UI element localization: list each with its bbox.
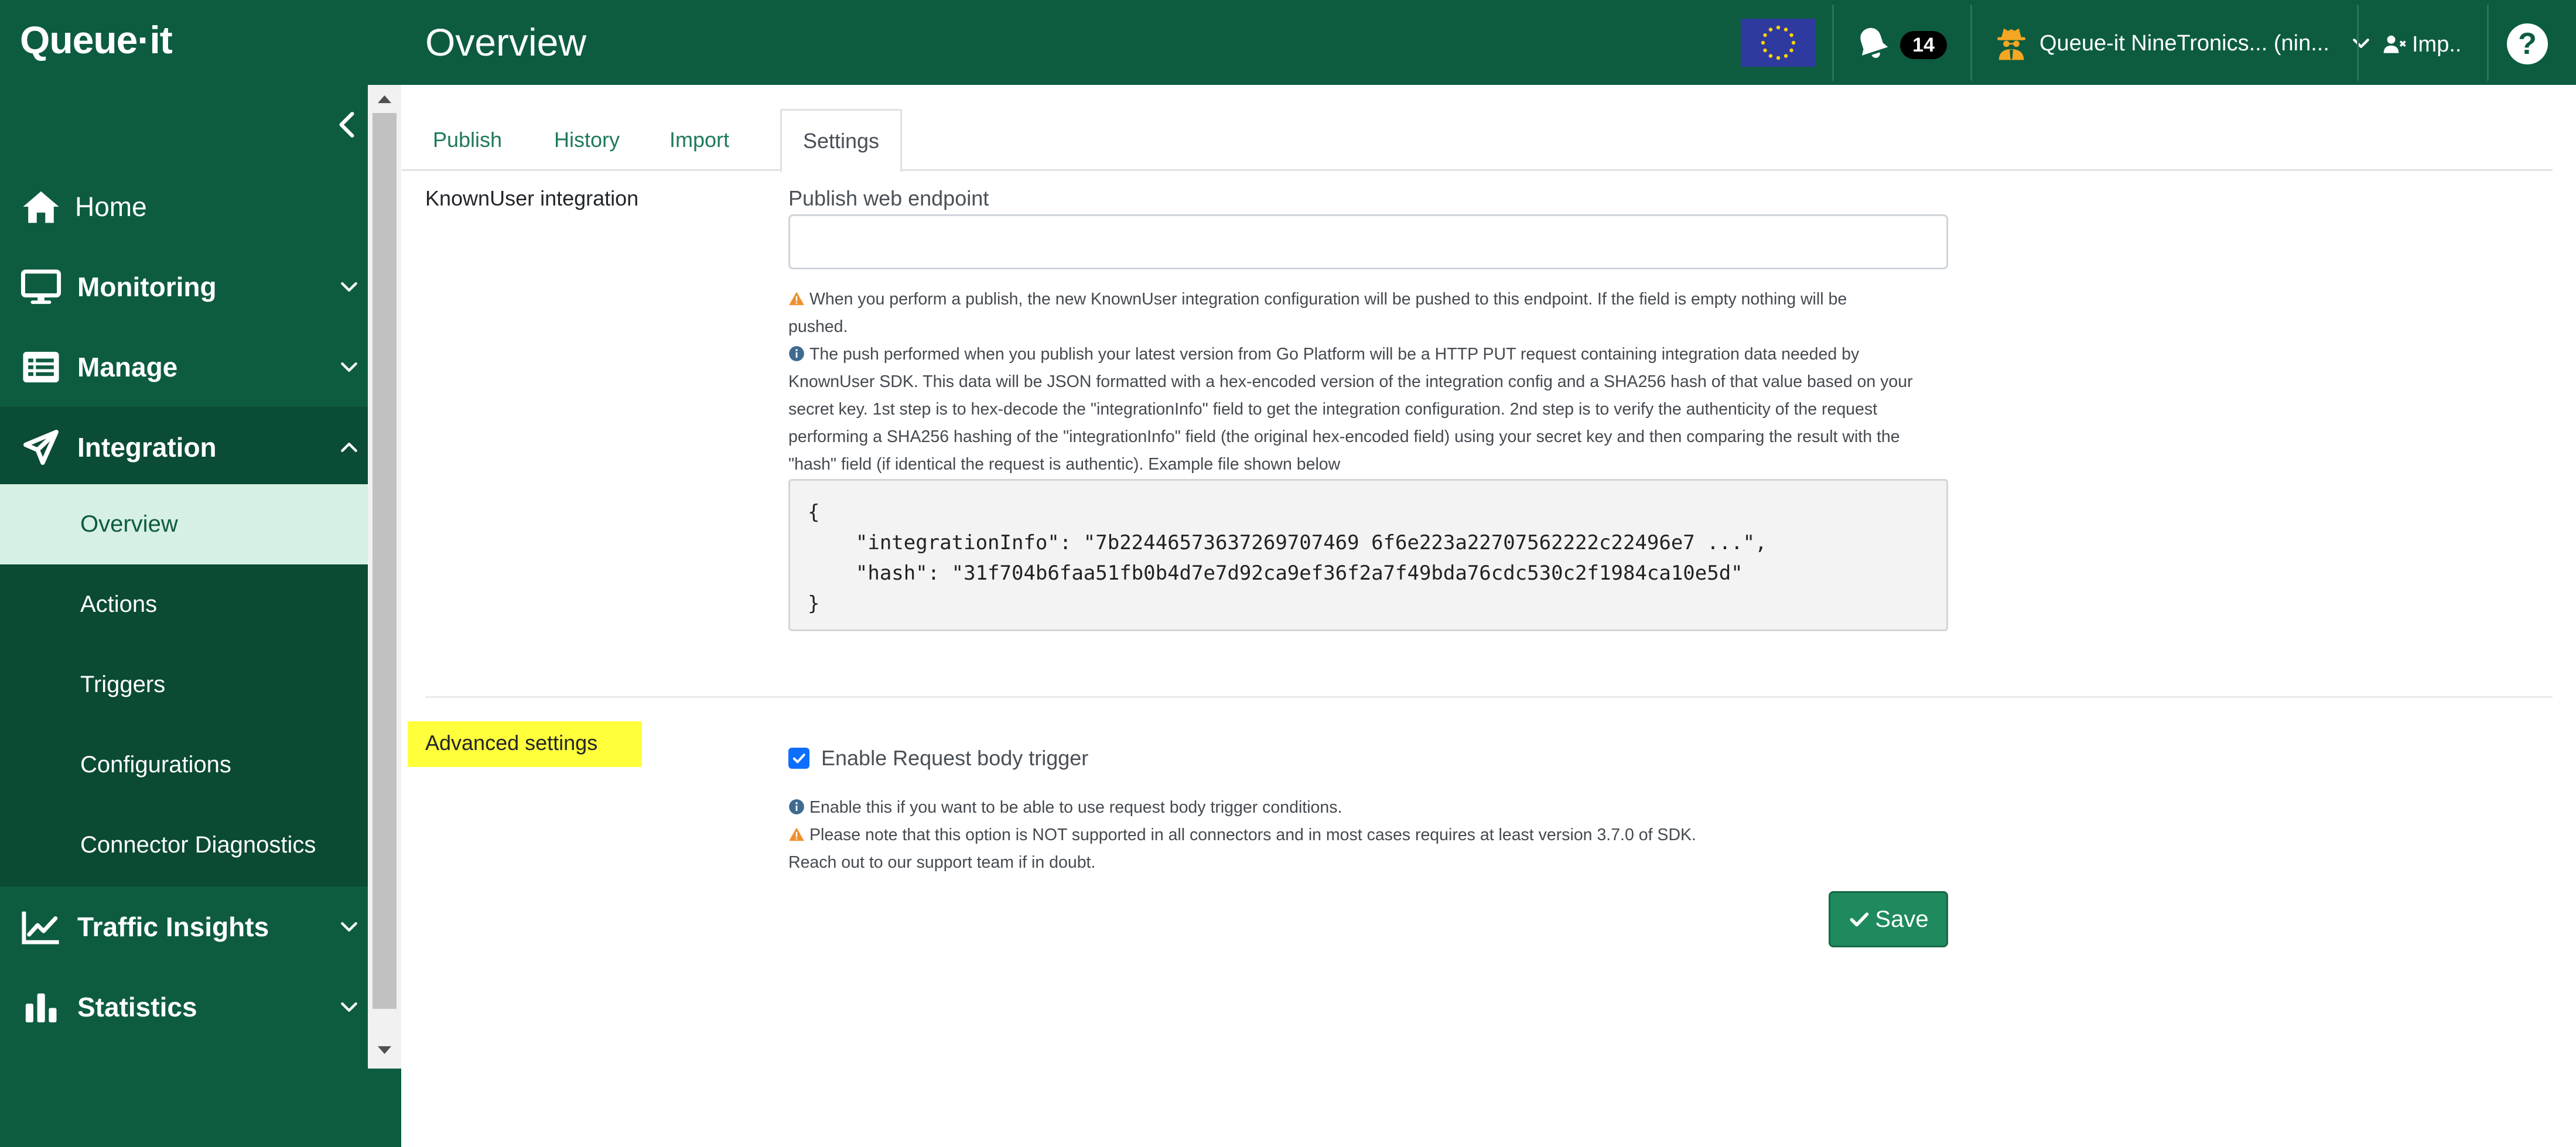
advanced-settings-label: Advanced settings [425,731,598,755]
line-chart-icon [22,911,59,944]
publish-endpoint-input[interactable] [788,214,1948,269]
account-menu[interactable]: Queue-it NineTronics... (nin... [1991,22,2373,64]
request-body-trigger-option[interactable]: Enable Request body trigger [788,744,1088,773]
info-icon [789,799,804,814]
home-icon [23,191,59,223]
chevron-down-icon [2353,39,2369,49]
chevron-down-icon [341,922,357,932]
sidebar-subitem-configurations[interactable]: Configurations [0,725,368,805]
tab-settings[interactable]: Settings [780,109,902,173]
example-payload-code-block: { "integrationInfo": "7b2244657363726970… [788,479,1948,631]
notification-count-badge[interactable]: 14 [1900,31,1947,59]
advanced-help-text: Enable this if you want to be able to us… [788,794,1948,876]
chevron-up-icon [341,442,357,452]
save-button[interactable]: Save [1829,891,1948,947]
checkmark-icon [792,754,805,763]
sidebar-item-home[interactable]: Home [0,166,368,246]
code-line: } [808,592,820,615]
tab-import[interactable]: Import [648,109,751,171]
code-line: { [808,501,820,524]
info-text-line: KnownUser SDK. This data will be JSON fo… [788,372,1913,391]
list-icon [23,351,59,382]
eu-flag-icon[interactable] [1741,19,1816,67]
sidebar-item-label: Manage [77,351,178,382]
collapse-sidebar-icon[interactable] [333,107,362,142]
sidebar-item-monitoring[interactable]: Monitoring [0,246,368,327]
code-line: "hash": "31f704b6faa51fb0b4d7e7d92ca9ef3… [808,561,1743,585]
page-title: Overview [425,20,587,64]
sidebar-footer-strip [368,1069,401,1147]
request-body-trigger-checkbox[interactable] [788,748,809,769]
endpoint-warning-text: When you perform a publish, the new Know… [788,286,1948,341]
topbar-divider [2487,5,2489,81]
sidebar: Home Monitoring Manage Integration Overv… [0,85,368,1147]
advanced-support-text: Reach out to our support team if in doub… [788,853,1096,872]
topbar-divider [1832,5,1834,81]
monitor-icon [21,269,62,304]
publish-endpoint-label: Publish web endpoint [788,186,989,210]
chevron-down-icon [341,362,357,372]
sidebar-subitem-actions[interactable]: Actions [0,564,368,645]
endpoint-info-text: The push performed when you publish your… [788,341,1948,478]
warning-text-line: When you perform a publish, the new Know… [809,290,1847,309]
queue-it-logo[interactable]: Queue·it [20,18,173,62]
info-text-line: secret key. 1st step is to hex-decode th… [788,400,1878,419]
info-text-line: The push performed when you publish your… [809,345,1860,364]
scroll-down-arrow-icon[interactable] [375,1040,394,1060]
sidebar-scrollbar[interactable] [368,85,401,1069]
sidebar-item-label: Integration [77,432,217,463]
sidebar-subitem-connector-diagnostics[interactable]: Connector Diagnostics [0,805,368,885]
warning-icon [789,827,804,841]
sidebar-item-label: Monitoring [77,271,217,302]
warning-text-line: pushed. [788,317,848,336]
sidebar-item-label: Statistics [77,991,197,1022]
sidebar-item-label: Traffic Insights [77,911,269,942]
knownuser-section-label: KnownUser integration [425,186,639,210]
integration-icon [23,429,59,465]
topbar-divider [2357,5,2359,81]
chevron-down-icon [341,1002,357,1012]
sidebar-item-statistics[interactable]: Statistics [0,967,368,1047]
info-icon [789,346,804,361]
tab-publish[interactable]: Publish [416,109,519,171]
account-name: Queue-it NineTronics... (nin... [2039,30,2329,56]
code-line: "integrationInfo": "7b224465736372697074… [808,531,1767,554]
info-text-line: "hash" field (if identical the request i… [788,455,1341,474]
request-body-trigger-label[interactable]: Enable Request body trigger [821,746,1088,771]
spy-icon [1997,28,2026,60]
tab-bar: Publish History Import Settings [402,109,2553,173]
advanced-info-text: Enable this if you want to be able to us… [809,798,1342,817]
sidebar-item-integration[interactable]: Integration [0,407,368,487]
sidebar-item-traffic-insights[interactable]: Traffic Insights [0,886,368,967]
bell-icon[interactable] [1852,23,1893,64]
top-bar: Queue·it Overview 14 Queue-it NineTronic… [0,0,2576,85]
sidebar-item-manage[interactable]: Manage [0,327,368,407]
check-icon [1850,912,1869,927]
sidebar-subitem-overview[interactable]: Overview [0,484,368,564]
warning-icon [789,292,804,306]
scrollbar-thumb[interactable] [373,113,397,1009]
info-text-line: performing a SHA256 hashing of the "inte… [788,427,1900,446]
topbar-divider [1970,5,1972,81]
save-button-label: Save [1875,906,1929,932]
bar-chart-icon [25,993,57,1022]
chevron-down-icon [341,282,357,292]
sidebar-subitem-triggers[interactable]: Triggers [0,645,368,725]
sidebar-item-label: Home [75,191,147,222]
tab-history[interactable]: History [535,109,638,171]
user-x-icon [2383,35,2406,53]
scroll-up-arrow-icon[interactable] [375,90,394,109]
integration-submenu: Overview Actions Triggers Configurations… [0,484,368,886]
section-divider [425,696,2553,698]
advanced-warning-text: Please note that this option is NOT supp… [809,826,1696,844]
impersonate-button[interactable]: Imp.. [2382,27,2461,62]
impersonate-label: Imp.. [2412,32,2462,57]
help-button[interactable]: ? [2507,23,2548,64]
